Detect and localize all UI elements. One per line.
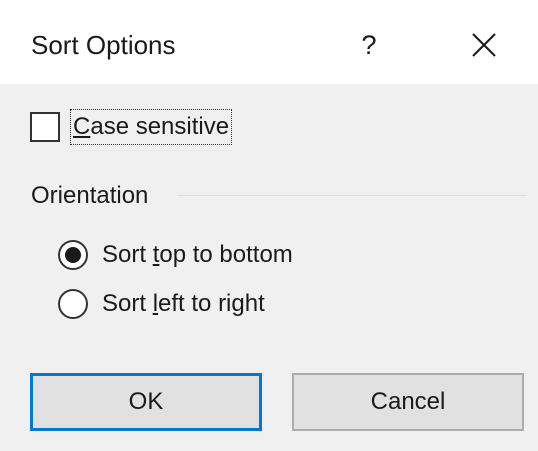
label-part: eft to right	[158, 290, 265, 317]
dialog-title: Sort Options	[31, 30, 176, 60]
cancel-button[interactable]: Cancel	[292, 373, 524, 431]
case-sensitive-label-rest: ase sensitive	[90, 113, 230, 140]
sort-options-dialog: Sort Options ? Case sensitive Orientatio…	[0, 0, 538, 451]
label-part: Sort	[102, 241, 153, 268]
orientation-group-label: Orientation	[31, 182, 149, 209]
radio-button[interactable]	[58, 289, 88, 319]
case-sensitive-label: Case sensitive	[70, 109, 233, 145]
label-part: op to bottom	[159, 241, 293, 268]
sort-top-to-bottom-label: Sort top to bottom	[102, 239, 293, 271]
close-button[interactable]	[458, 22, 510, 68]
case-sensitive-checkbox[interactable]: Case sensitive	[30, 108, 233, 146]
sort-left-to-right-label: Sort left to right	[102, 288, 265, 320]
radio-sort-top-to-bottom[interactable]: Sort top to bottom	[58, 237, 293, 273]
group-divider	[177, 195, 527, 196]
checkbox-box[interactable]	[30, 112, 60, 142]
access-key-c: C	[73, 113, 91, 140]
radio-dot	[65, 247, 81, 263]
ok-button[interactable]: OK	[30, 373, 262, 431]
label-part: Sort	[102, 290, 153, 317]
radio-sort-left-to-right[interactable]: Sort left to right	[58, 286, 265, 322]
radio-button-selected[interactable]	[58, 240, 88, 270]
title-bar: Sort Options ?	[0, 0, 538, 84]
close-icon	[472, 33, 496, 57]
help-button[interactable]: ?	[344, 22, 394, 68]
